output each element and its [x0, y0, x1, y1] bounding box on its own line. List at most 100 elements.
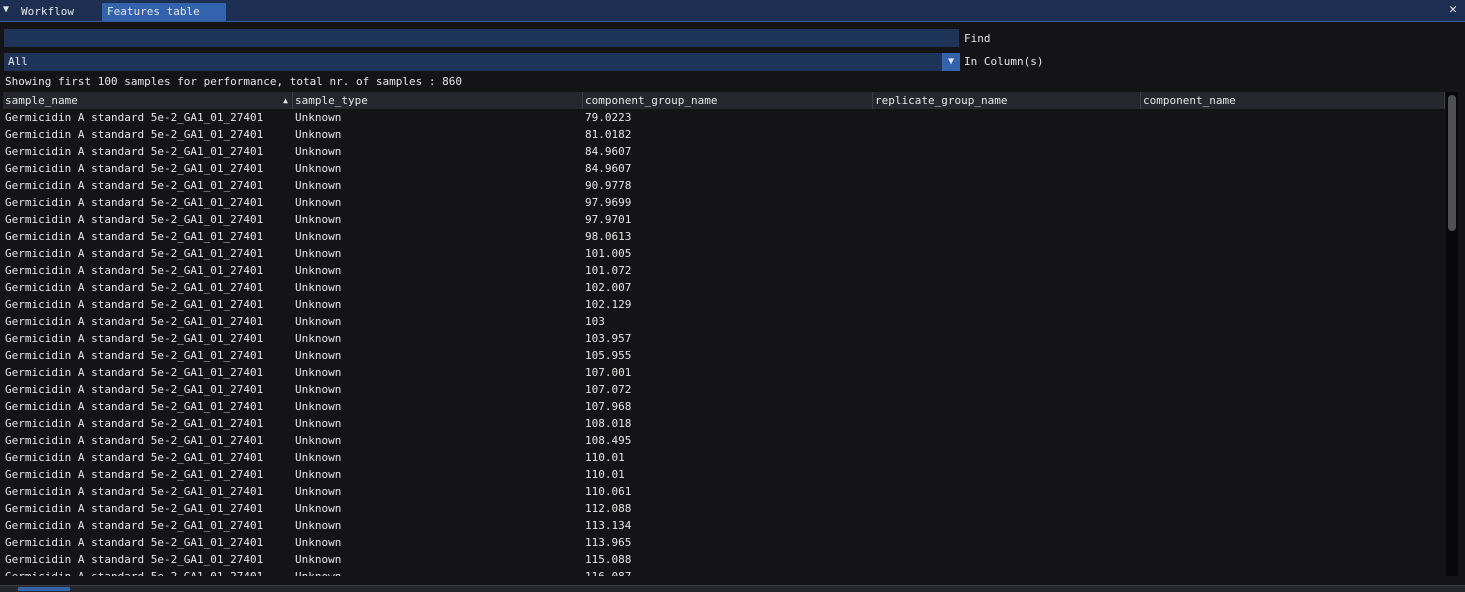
- table-cell: Unknown: [295, 281, 342, 294]
- table-cell: Unknown: [295, 553, 342, 566]
- table-row[interactable]: Germicidin A standard 5e-2_GA1_01_27401U…: [3, 126, 1445, 143]
- table-cell: Germicidin A standard 5e-2_GA1_01_27401: [5, 213, 264, 226]
- table-header: sample_name ▲ sample_type component_grou…: [3, 92, 1445, 109]
- table-cell: Unknown: [295, 162, 342, 175]
- table-row[interactable]: Germicidin A standard 5e-2_GA1_01_27401 U…: [3, 398, 1445, 415]
- table-cell: 110.01: [585, 468, 625, 481]
- table-cell: 113.134: [585, 519, 632, 532]
- table-cell: Unknown: [295, 111, 342, 124]
- table-cell: 112.088: [585, 502, 632, 515]
- tab-workflow[interactable]: Workflow: [16, 3, 98, 21]
- table-cell: Germicidin A standard 5e-2_GA1_01_27401: [5, 111, 264, 124]
- chevron-down-icon[interactable]: ▼: [942, 53, 960, 71]
- table-row[interactable]: Germicidin A standard 5e-2_GA1_01_27401U…: [3, 364, 1445, 381]
- table-row[interactable]: Germicidin A standard 5e-2_GA1_01_27401U…: [3, 466, 1445, 483]
- table-row[interactable]: Germicidin A standard 5e-2_GA1_01_27401U…: [3, 245, 1445, 262]
- column-header-label: sample_name: [5, 94, 78, 107]
- table-cell: Unknown: [295, 468, 342, 481]
- table-row[interactable]: Germicidin A standard 5e-2_GA1_01_27401U…: [3, 432, 1445, 449]
- find-input[interactable]: [4, 29, 959, 47]
- table-row[interactable]: Germicidin A standard 5e-2_GA1_01_27401U…: [3, 177, 1445, 194]
- table-row[interactable]: Germicidin A standard 5e-2_GA1_01_27401 U…: [3, 228, 1445, 245]
- column-header-component-name[interactable]: component_name: [1141, 92, 1445, 109]
- tab-features-table[interactable]: Features table: [102, 3, 226, 21]
- table-row[interactable]: Germicidin A standard 5e-2_GA1_01_27401U…: [3, 415, 1445, 432]
- table-cell: Unknown: [295, 519, 342, 532]
- column-header-sample-name[interactable]: sample_name ▲: [3, 92, 293, 109]
- table-cell: Unknown: [295, 196, 342, 209]
- features-table-window: ▼ Workflow Features table ✕ Find All ▼ I…: [0, 0, 1465, 592]
- bottom-tab[interactable]: [18, 587, 70, 591]
- table-cell: Unknown: [295, 502, 342, 515]
- table-row[interactable]: Germicidin A standard 5e-2_GA1_01_27401 U…: [3, 194, 1445, 211]
- table-cell: Germicidin A standard 5e-2_GA1_01_27401: [5, 502, 264, 515]
- table-row[interactable]: Germicidin A standard 5e-2_GA1_01_27401U…: [3, 296, 1445, 313]
- table-row[interactable]: Germicidin A standard 5e-2_GA1_01_27401U…: [3, 568, 1445, 576]
- table-cell: Unknown: [295, 315, 342, 328]
- column-header-component-group-name[interactable]: component_group_name: [583, 92, 873, 109]
- table-cell: Unknown: [295, 451, 342, 464]
- table-row[interactable]: Germicidin A standard 5e-2_GA1_01_27401U…: [3, 534, 1445, 551]
- table-row[interactable]: Germicidin A standard 5e-2_GA1_01_27401 U…: [3, 160, 1445, 177]
- table-cell: Germicidin A standard 5e-2_GA1_01_27401: [5, 162, 264, 175]
- table-row[interactable]: Germicidin A standard 5e-2_GA1_01_27401 U…: [3, 109, 1445, 126]
- table-cell: Germicidin A standard 5e-2_GA1_01_27401: [5, 519, 264, 532]
- table-cell: 102.007: [585, 281, 632, 294]
- table-row[interactable]: Germicidin A standard 5e-2_GA1_01_27401U…: [3, 279, 1445, 296]
- table-cell: 84.9607: [585, 145, 632, 158]
- table-row[interactable]: Germicidin A standard 5e-2_GA1_01_27401U…: [3, 449, 1445, 466]
- table-cell: Germicidin A standard 5e-2_GA1_01_27401: [3, 568, 293, 576]
- column-header-label: sample_type: [295, 94, 368, 107]
- table-cell: Unknown: [295, 145, 342, 158]
- table-row[interactable]: Germicidin A standard 5e-2_GA1_01_27401U…: [3, 262, 1445, 279]
- close-icon[interactable]: ✕: [1446, 2, 1460, 18]
- table-cell: Germicidin A standard 5e-2_GA1_01_27401: [5, 145, 264, 158]
- table-row[interactable]: Germicidin A standard 5e-2_GA1_01_27401U…: [3, 313, 1445, 330]
- table-cell: 107.968: [585, 400, 632, 413]
- window-menu-icon[interactable]: ▼: [3, 3, 13, 17]
- table-cell: 84.9607: [585, 162, 632, 175]
- table-cell: Germicidin A standard 5e-2_GA1_01_27401: [5, 400, 264, 413]
- table-cell: Unknown: [295, 298, 342, 311]
- table-cell: 105.955: [585, 349, 632, 362]
- in-columns-label: In Column(s): [964, 55, 1044, 68]
- table-cell: Unknown: [295, 264, 342, 277]
- table-cell: 108.018: [585, 417, 632, 430]
- table-cell: Germicidin A standard 5e-2_GA1_01_27401: [5, 196, 264, 209]
- table-row[interactable]: Germicidin A standard 5e-2_GA1_01_27401U…: [3, 483, 1445, 500]
- column-header-label: component_group_name: [585, 94, 718, 107]
- table-row[interactable]: Germicidin A standard 5e-2_GA1_01_27401U…: [3, 381, 1445, 398]
- table-cell: Unknown: [295, 230, 342, 243]
- table-row[interactable]: Germicidin A standard 5e-2_GA1_01_27401U…: [3, 551, 1445, 568]
- table-cell: Unknown: [295, 332, 342, 345]
- column-header-replicate-group-name[interactable]: replicate_group_name: [873, 92, 1141, 109]
- table-cell: 81.0182: [585, 128, 632, 141]
- table-cell: 113.965: [585, 536, 632, 549]
- column-filter-select[interactable]: All: [4, 53, 944, 71]
- table-cell: 107.001: [585, 366, 632, 379]
- table-cell: Unknown: [295, 485, 342, 498]
- table-cell: 110.061: [585, 485, 632, 498]
- scrollbar-thumb[interactable]: [1448, 95, 1456, 231]
- table-row[interactable]: Germicidin A standard 5e-2_GA1_01_27401 U…: [3, 500, 1445, 517]
- table-cell: Germicidin A standard 5e-2_GA1_01_27401: [5, 349, 264, 362]
- table-cell: 116.087: [583, 568, 873, 576]
- table-cell: Germicidin A standard 5e-2_GA1_01_27401: [5, 383, 264, 396]
- column-header-label: replicate_group_name: [875, 94, 1008, 107]
- table-cell: Germicidin A standard 5e-2_GA1_01_27401: [5, 230, 264, 243]
- table-cell: 79.0223: [585, 111, 632, 124]
- features-table: sample_name ▲ sample_type component_grou…: [3, 92, 1445, 576]
- table-row[interactable]: Germicidin A standard 5e-2_GA1_01_27401U…: [3, 347, 1445, 364]
- table-body: Germicidin A standard 5e-2_GA1_01_27401 U…: [3, 109, 1445, 576]
- table-row[interactable]: Germicidin A standard 5e-2_GA1_01_27401U…: [3, 211, 1445, 228]
- table-row[interactable]: Germicidin A standard 5e-2_GA1_01_27401U…: [3, 330, 1445, 347]
- samples-info-text: Showing first 100 samples for performanc…: [5, 75, 462, 88]
- table-cell: 97.9699: [585, 196, 632, 209]
- table-cell: Unknown: [295, 400, 342, 413]
- table-row[interactable]: Germicidin A standard 5e-2_GA1_01_27401 U…: [3, 143, 1445, 160]
- table-row[interactable]: Germicidin A standard 5e-2_GA1_01_27401 U…: [3, 517, 1445, 534]
- find-label: Find: [964, 32, 991, 45]
- column-header-sample-type[interactable]: sample_type: [293, 92, 583, 109]
- table-cell: Germicidin A standard 5e-2_GA1_01_27401: [5, 179, 264, 192]
- tab-bar: ▼ Workflow Features table ✕: [0, 0, 1465, 22]
